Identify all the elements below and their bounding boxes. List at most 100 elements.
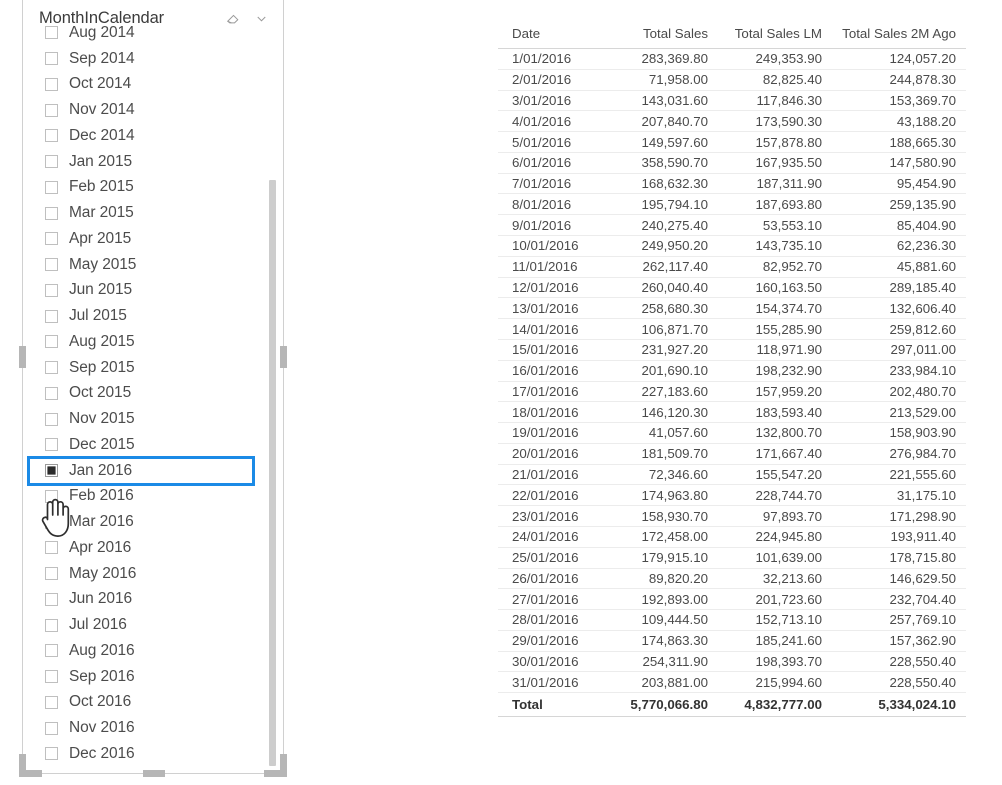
- slicer-item[interactable]: Apr 2016: [23, 535, 283, 561]
- resize-handle-right[interactable]: [280, 346, 287, 368]
- slicer-item[interactable]: Jul 2016: [23, 612, 283, 638]
- slicer-item[interactable]: Aug 2016: [23, 638, 283, 664]
- slicer-item[interactable]: Nov 2016: [23, 715, 283, 741]
- table-row[interactable]: 1/01/2016 283,369.80 249,353.90 124,057.20: [498, 48, 966, 70]
- checkbox-checked-icon[interactable]: [45, 464, 58, 478]
- table-row[interactable]: 16/01/2016 201,690.10 198,232.90 233,984.10: [498, 360, 966, 382]
- table-row[interactable]: 15/01/2016 231,927.20 118,971.90 297,011.00: [498, 339, 966, 361]
- table-row[interactable]: 2/01/2016 71,958.00 82,825.40 244,878.30: [498, 69, 966, 91]
- month-slicer-visual[interactable]: MonthInCalendar Aug 2014 Sep 2014 Oct 2014…: [19, 0, 287, 777]
- slicer-item[interactable]: Sep 2014: [23, 46, 283, 72]
- checkbox-icon[interactable]: [45, 721, 58, 735]
- table-row[interactable]: 24/01/2016 172,458.00 224,945.80 193,911.40: [498, 526, 966, 548]
- slicer-item[interactable]: Sep 2015: [23, 355, 283, 381]
- checkbox-icon[interactable]: [45, 386, 58, 400]
- table-row[interactable]: 19/01/2016 41,057.60 132,800.70 158,903.90: [498, 422, 966, 444]
- resize-handle-left[interactable]: [19, 346, 26, 368]
- slicer-item[interactable]: Oct 2015: [23, 381, 283, 407]
- resize-handle-bottom[interactable]: [143, 770, 165, 777]
- slicer-item[interactable]: Dec 2016: [23, 741, 283, 760]
- table-row[interactable]: 26/01/2016 89,820.20 32,213.60 146,629.50: [498, 568, 966, 590]
- checkbox-icon[interactable]: [45, 438, 58, 452]
- checkbox-icon[interactable]: [45, 489, 58, 503]
- checkbox-icon[interactable]: [45, 644, 58, 658]
- slicer-item[interactable]: Feb 2015: [23, 175, 283, 201]
- checkbox-icon[interactable]: [45, 747, 58, 760]
- table-row[interactable]: 13/01/2016 258,680.30 154,374.70 132,606.40: [498, 297, 966, 320]
- table-row[interactable]: 27/01/2016 192,893.00 201,723.60 232,704.40: [498, 588, 966, 611]
- table-row[interactable]: 10/01/2016 249,950.20 143,735.10 62,236.30: [498, 235, 966, 257]
- slicer-item[interactable]: Dec 2014: [23, 123, 283, 149]
- resize-handle-bottom-left[interactable]: [19, 754, 42, 777]
- table-row[interactable]: 11/01/2016 262,117.40 82,952.70 45,881.60: [498, 256, 966, 278]
- table-row[interactable]: 31/01/2016 203,881.00 215,994.60 228,550.40: [498, 671, 966, 694]
- checkbox-icon[interactable]: [45, 283, 58, 297]
- table-row[interactable]: 30/01/2016 254,311.90 198,393.70 228,550.40: [498, 651, 966, 673]
- column-header-total-sales[interactable]: Total Sales: [610, 24, 718, 49]
- checkbox-icon[interactable]: [45, 592, 58, 606]
- table-row[interactable]: 9/01/2016 240,275.40 53,553.10 85,404.90: [498, 214, 966, 237]
- checkbox-icon[interactable]: [45, 206, 58, 220]
- table-row[interactable]: 25/01/2016 179,915.10 101,639.00 178,715.80: [498, 547, 966, 569]
- checkbox-icon[interactable]: [45, 258, 58, 272]
- slicer-item[interactable]: Nov 2015: [23, 406, 283, 432]
- checkbox-icon[interactable]: [45, 361, 58, 375]
- slicer-scrollbar[interactable]: [269, 180, 276, 766]
- table-row[interactable]: 5/01/2016 149,597.60 157,878.80 188,665.30: [498, 131, 966, 153]
- checkbox-icon[interactable]: [45, 670, 58, 684]
- table-row[interactable]: 17/01/2016 227,183.60 157,959.20 202,480.70: [498, 381, 966, 403]
- slicer-item-list[interactable]: Aug 2014 Sep 2014 Oct 2014 Nov 2014 Dec 2014…: [23, 20, 283, 760]
- table-row[interactable]: 6/01/2016 358,590.70 167,935.50 147,580.90: [498, 152, 966, 174]
- checkbox-icon[interactable]: [45, 129, 58, 143]
- slicer-item[interactable]: May 2015: [23, 252, 283, 278]
- checkbox-icon[interactable]: [45, 412, 58, 426]
- slicer-item[interactable]: Oct 2014: [23, 72, 283, 98]
- slicer-item[interactable]: Jan 2016: [27, 455, 255, 486]
- table-row[interactable]: 4/01/2016 207,840.70 173,590.30 43,188.20: [498, 110, 966, 133]
- slicer-item[interactable]: Mar 2016: [23, 509, 283, 535]
- slicer-item[interactable]: Sep 2016: [23, 664, 283, 690]
- column-header-total-sales-lm[interactable]: Total Sales LM: [718, 24, 832, 49]
- column-header-date[interactable]: Date: [498, 24, 610, 49]
- table-row[interactable]: 3/01/2016 143,031.60 117,846.30 153,369.70: [498, 90, 966, 112]
- checkbox-icon[interactable]: [45, 695, 58, 709]
- slicer-item[interactable]: Apr 2015: [23, 226, 283, 252]
- sales-table-visual[interactable]: Date Total Sales Total Sales LM Total Sa…: [498, 24, 966, 718]
- checkbox-icon[interactable]: [45, 26, 58, 40]
- column-header-total-sales-2m-ago[interactable]: Total Sales 2M Ago: [832, 24, 966, 49]
- checkbox-icon[interactable]: [45, 567, 58, 581]
- checkbox-icon[interactable]: [45, 515, 58, 529]
- table-row[interactable]: 8/01/2016 195,794.10 187,693.80 259,135.90: [498, 193, 966, 216]
- table-row[interactable]: 22/01/2016 174,963.80 228,744.70 31,175.10: [498, 484, 966, 507]
- slicer-item[interactable]: May 2016: [23, 561, 283, 587]
- slicer-item[interactable]: Nov 2014: [23, 97, 283, 123]
- slicer-item[interactable]: Jun 2016: [23, 587, 283, 613]
- table-row[interactable]: 7/01/2016 168,632.30 187,311.90 95,454.90: [498, 173, 966, 195]
- table-row[interactable]: 28/01/2016 109,444.50 152,713.10 257,769.10: [498, 609, 966, 631]
- slicer-item[interactable]: Jun 2015: [23, 278, 283, 304]
- resize-handle-bottom-right[interactable]: [264, 754, 287, 777]
- slicer-item[interactable]: Jul 2015: [23, 303, 283, 329]
- slicer-item[interactable]: Aug 2014: [23, 20, 283, 46]
- checkbox-icon[interactable]: [45, 180, 58, 194]
- slicer-item[interactable]: Jan 2015: [23, 149, 283, 175]
- table-row[interactable]: 14/01/2016 106,871.70 155,285.90 259,812.60: [498, 318, 966, 340]
- slicer-item[interactable]: Aug 2015: [23, 329, 283, 355]
- table-row[interactable]: 18/01/2016 146,120.30 183,593.40 213,529.00: [498, 401, 966, 424]
- table-row[interactable]: 23/01/2016 158,930.70 97,893.70 171,298.90: [498, 505, 966, 527]
- slicer-item[interactable]: Feb 2016: [23, 484, 283, 510]
- slicer-item[interactable]: Oct 2016: [23, 690, 283, 716]
- table-row[interactable]: 20/01/2016 181,509.70 171,667.40 276,984.70: [498, 443, 966, 465]
- checkbox-icon[interactable]: [45, 52, 58, 66]
- checkbox-icon[interactable]: [45, 335, 58, 349]
- checkbox-icon[interactable]: [45, 77, 58, 91]
- checkbox-icon[interactable]: [45, 155, 58, 169]
- table-row[interactable]: 21/01/2016 72,346.60 155,547.20 221,555.60: [498, 464, 966, 486]
- checkbox-icon[interactable]: [45, 232, 58, 246]
- slicer-item[interactable]: Dec 2015: [23, 432, 283, 458]
- table-row[interactable]: 12/01/2016 260,040.40 160,163.50 289,185.40: [498, 277, 966, 299]
- checkbox-icon[interactable]: [45, 618, 58, 632]
- checkbox-icon[interactable]: [45, 541, 58, 555]
- checkbox-icon[interactable]: [45, 309, 58, 323]
- table-row[interactable]: 29/01/2016 174,863.30 185,241.60 157,362.90: [498, 630, 966, 652]
